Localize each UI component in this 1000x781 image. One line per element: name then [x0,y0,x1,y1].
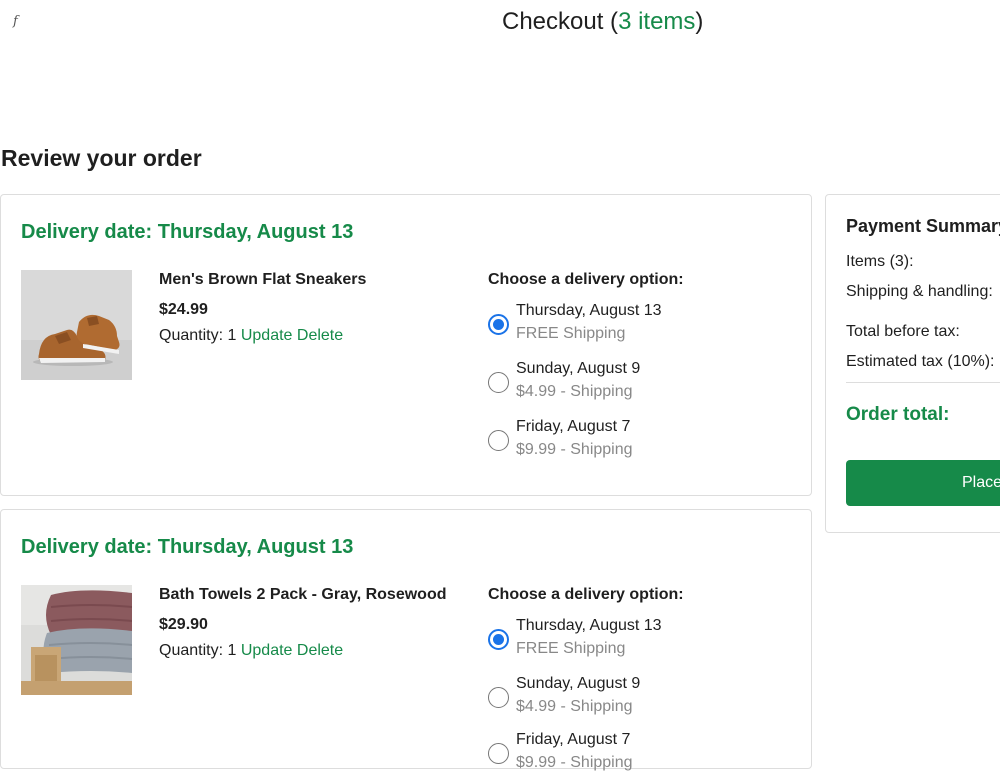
delivery-option[interactable]: Sunday, August 9 $4.99 - Shipping [488,675,788,725]
delete-item-link[interactable]: Delete [297,327,343,344]
delivery-options-label: Choose a delivery option: [488,271,684,288]
order-card: Delivery date: Thursday, August 13 Men's… [0,194,812,496]
delivery-option-radio[interactable] [488,743,509,764]
quantity-value: 1 [227,642,237,659]
order-total-label: Order total: [846,404,950,425]
delivery-options-label: Choose a delivery option: [488,586,684,603]
quantity-value: 1 [227,327,237,344]
page-title-prefix: Checkout ( [502,8,619,35]
product-price: $29.90 [159,616,208,633]
delivery-option-date: Sunday, August 9 [516,675,641,692]
delivery-option-date: Thursday, August 13 [516,302,662,319]
delivery-option-radio[interactable] [488,430,509,451]
product-name: Men's Brown Flat Sneakers [159,271,367,288]
delivery-option[interactable]: Thursday, August 13 FREE Shipping [488,302,788,352]
place-order-button[interactable]: Place your order [846,460,1000,506]
quantity-row: Quantity: 1 Update Delete [159,327,343,345]
items-count-link[interactable]: 3 items [618,8,695,35]
delivery-date-heading: Delivery date: Thursday, August 13 [21,536,354,558]
delivery-option-price: FREE Shipping [516,640,626,657]
product-price: $24.99 [159,301,208,318]
delivery-option-price: $4.99 - Shipping [516,698,633,715]
summary-items-label: Items (3): [846,253,914,270]
quantity-row: Quantity: 1 Update Delete [159,642,343,660]
delivery-option-radio[interactable] [488,629,509,650]
summary-divider [846,382,1000,383]
delivery-option-price: $9.99 - Shipping [516,441,633,458]
page-title: Checkout (3 items) [502,8,703,36]
delivery-option-date: Sunday, August 9 [516,360,641,377]
product-name: Bath Towels 2 Pack - Gray, Rosewood [159,586,447,603]
delivery-option-radio[interactable] [488,314,509,335]
update-quantity-link[interactable]: Update [241,642,293,659]
delivery-option-radio[interactable] [488,687,509,708]
delivery-option-date: Thursday, August 13 [516,617,662,634]
delivery-option[interactable]: Thursday, August 13 FREE Shipping [488,617,788,667]
delivery-option[interactable]: Friday, August 7 $9.99 - Shipping [488,418,788,468]
delivery-option-radio[interactable] [488,372,509,393]
update-quantity-link[interactable]: Update [241,327,293,344]
delete-item-link[interactable]: Delete [297,642,343,659]
delivery-option[interactable]: Friday, August 7 $9.99 - Shipping [488,731,788,781]
payment-summary-title: Payment Summary [846,216,1000,236]
towels-image [21,585,132,695]
logo[interactable]: f [13,14,18,29]
delivery-option-price: $4.99 - Shipping [516,383,633,400]
delivery-date-heading: Delivery date: Thursday, August 13 [21,221,354,243]
delivery-option-price: $9.99 - Shipping [516,754,633,771]
sneakers-image [21,270,132,380]
delivery-option[interactable]: Sunday, August 9 $4.99 - Shipping [488,360,788,410]
payment-summary: Payment Summary Items (3): Shipping & ha… [825,194,1000,533]
delivery-option-price: FREE Shipping [516,325,626,342]
quantity-label: Quantity: [159,327,228,344]
delivery-option-date: Friday, August 7 [516,418,631,435]
summary-shipping-label: Shipping & handling: [846,283,993,300]
summary-before-tax-label: Total before tax: [846,323,960,340]
quantity-label: Quantity: [159,642,228,659]
delivery-option-date: Friday, August 7 [516,731,631,748]
review-order-heading: Review your order [1,145,202,171]
summary-tax-label: Estimated tax (10%): [846,353,995,370]
page-title-suffix: ) [695,8,704,35]
order-card: Delivery date: Thursday, August 13 Bath … [0,509,812,771]
